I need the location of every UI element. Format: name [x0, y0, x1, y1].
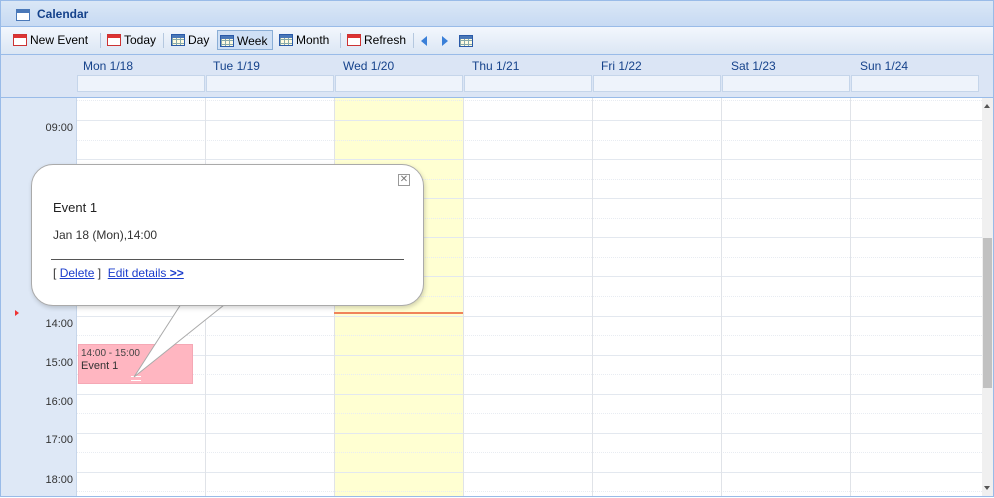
scroll-down-arrow-icon[interactable]	[984, 486, 990, 490]
day-header-sat[interactable]: Sat 1/23	[731, 59, 776, 73]
day-header-tue[interactable]: Tue 1/19	[213, 59, 260, 73]
all-day-cell[interactable]	[851, 75, 979, 92]
month-view-button[interactable]: Month	[277, 30, 337, 50]
popup-actions: [ Delete ] Edit details >>	[53, 266, 184, 280]
week-header: Mon 1/18 Tue 1/19 Wed 1/20 Thu 1/21 Fri …	[1, 55, 993, 98]
new-event-label: New Event	[30, 33, 89, 47]
next-week-arrow-icon[interactable]	[442, 36, 448, 46]
hour-label: 14:00	[45, 318, 73, 330]
bracket-open: [	[53, 266, 57, 280]
week-view-label: Week	[237, 34, 268, 48]
hour-label: 18:00	[45, 474, 73, 486]
new-event-button[interactable]: New Event	[11, 30, 97, 50]
hour-label: 17:00	[45, 434, 73, 446]
previous-week-arrow-icon[interactable]	[421, 36, 427, 46]
day-view-icon	[171, 34, 185, 46]
all-day-cell[interactable]	[335, 75, 463, 92]
toolbar-separator	[100, 33, 101, 48]
day-view-label: Day	[188, 33, 210, 47]
hour-label: 16:00	[45, 396, 73, 408]
event-title: Event 1	[81, 360, 119, 372]
window-title: Calendar	[37, 7, 89, 21]
week-view-icon	[220, 35, 234, 47]
day-view-button[interactable]: Day	[169, 30, 215, 50]
resize-handle[interactable]	[131, 376, 141, 381]
current-time-line	[334, 312, 463, 314]
edit-details-label: Edit details	[107, 266, 167, 280]
today-icon	[107, 34, 121, 46]
delete-link[interactable]: Delete	[60, 266, 95, 280]
all-day-cell[interactable]	[206, 75, 334, 92]
hour-label: 09:00	[45, 122, 73, 134]
refresh-button[interactable]: Refresh	[345, 30, 411, 50]
month-view-icon	[279, 34, 293, 46]
all-day-cell[interactable]	[722, 75, 850, 92]
popup-event-time: Jan 18 (Mon),14:00	[53, 228, 158, 242]
all-day-cell[interactable]	[464, 75, 592, 92]
hour-label: 15:00	[45, 357, 73, 369]
new-event-icon	[13, 34, 27, 46]
refresh-label: Refresh	[364, 33, 407, 47]
today-label: Today	[124, 33, 157, 47]
current-time-marker	[15, 310, 19, 316]
popup-event-title: Event 1	[53, 200, 98, 215]
calendar-panel: Calendar New Event Today Day Week Month …	[0, 0, 994, 497]
day-header-thu[interactable]: Thu 1/21	[472, 59, 519, 73]
event-block[interactable]: 14:00 - 15:00 Event 1	[78, 344, 193, 384]
toolbar: New Event Today Day Week Month Refresh	[1, 27, 993, 55]
edit-details-link[interactable]: Edit details >>	[108, 266, 184, 280]
day-header-mon[interactable]: Mon 1/18	[83, 59, 133, 73]
calendar-icon	[16, 9, 30, 21]
toolbar-separator	[340, 33, 341, 48]
scroll-up-arrow-icon[interactable]	[984, 104, 990, 108]
toolbar-separator	[163, 33, 164, 48]
week-view-button[interactable]: Week	[217, 30, 273, 50]
refresh-icon	[347, 34, 361, 46]
month-view-label: Month	[296, 33, 330, 47]
all-day-cell[interactable]	[77, 75, 205, 92]
title-bar: Calendar	[1, 1, 993, 27]
edit-details-arrow: >>	[169, 266, 184, 280]
date-picker-icon[interactable]	[459, 35, 473, 47]
close-icon[interactable]: ✕	[398, 174, 410, 186]
day-header-wed[interactable]: Wed 1/20	[343, 59, 394, 73]
scroll-thumb[interactable]	[983, 238, 992, 388]
bracket-close: ]	[97, 266, 102, 280]
event-time: 14:00 - 15:00	[81, 348, 140, 359]
day-header-fri[interactable]: Fri 1/22	[601, 59, 642, 73]
all-day-cell[interactable]	[593, 75, 721, 92]
toolbar-separator	[413, 33, 414, 48]
day-header-sun[interactable]: Sun 1/24	[860, 59, 908, 73]
vertical-scrollbar[interactable]	[982, 98, 993, 496]
event-popup: ✕ Event 1 Jan 18 (Mon),14:00 [ Delete ] …	[31, 164, 424, 306]
popup-divider	[51, 259, 404, 260]
today-button[interactable]: Today	[105, 30, 159, 50]
